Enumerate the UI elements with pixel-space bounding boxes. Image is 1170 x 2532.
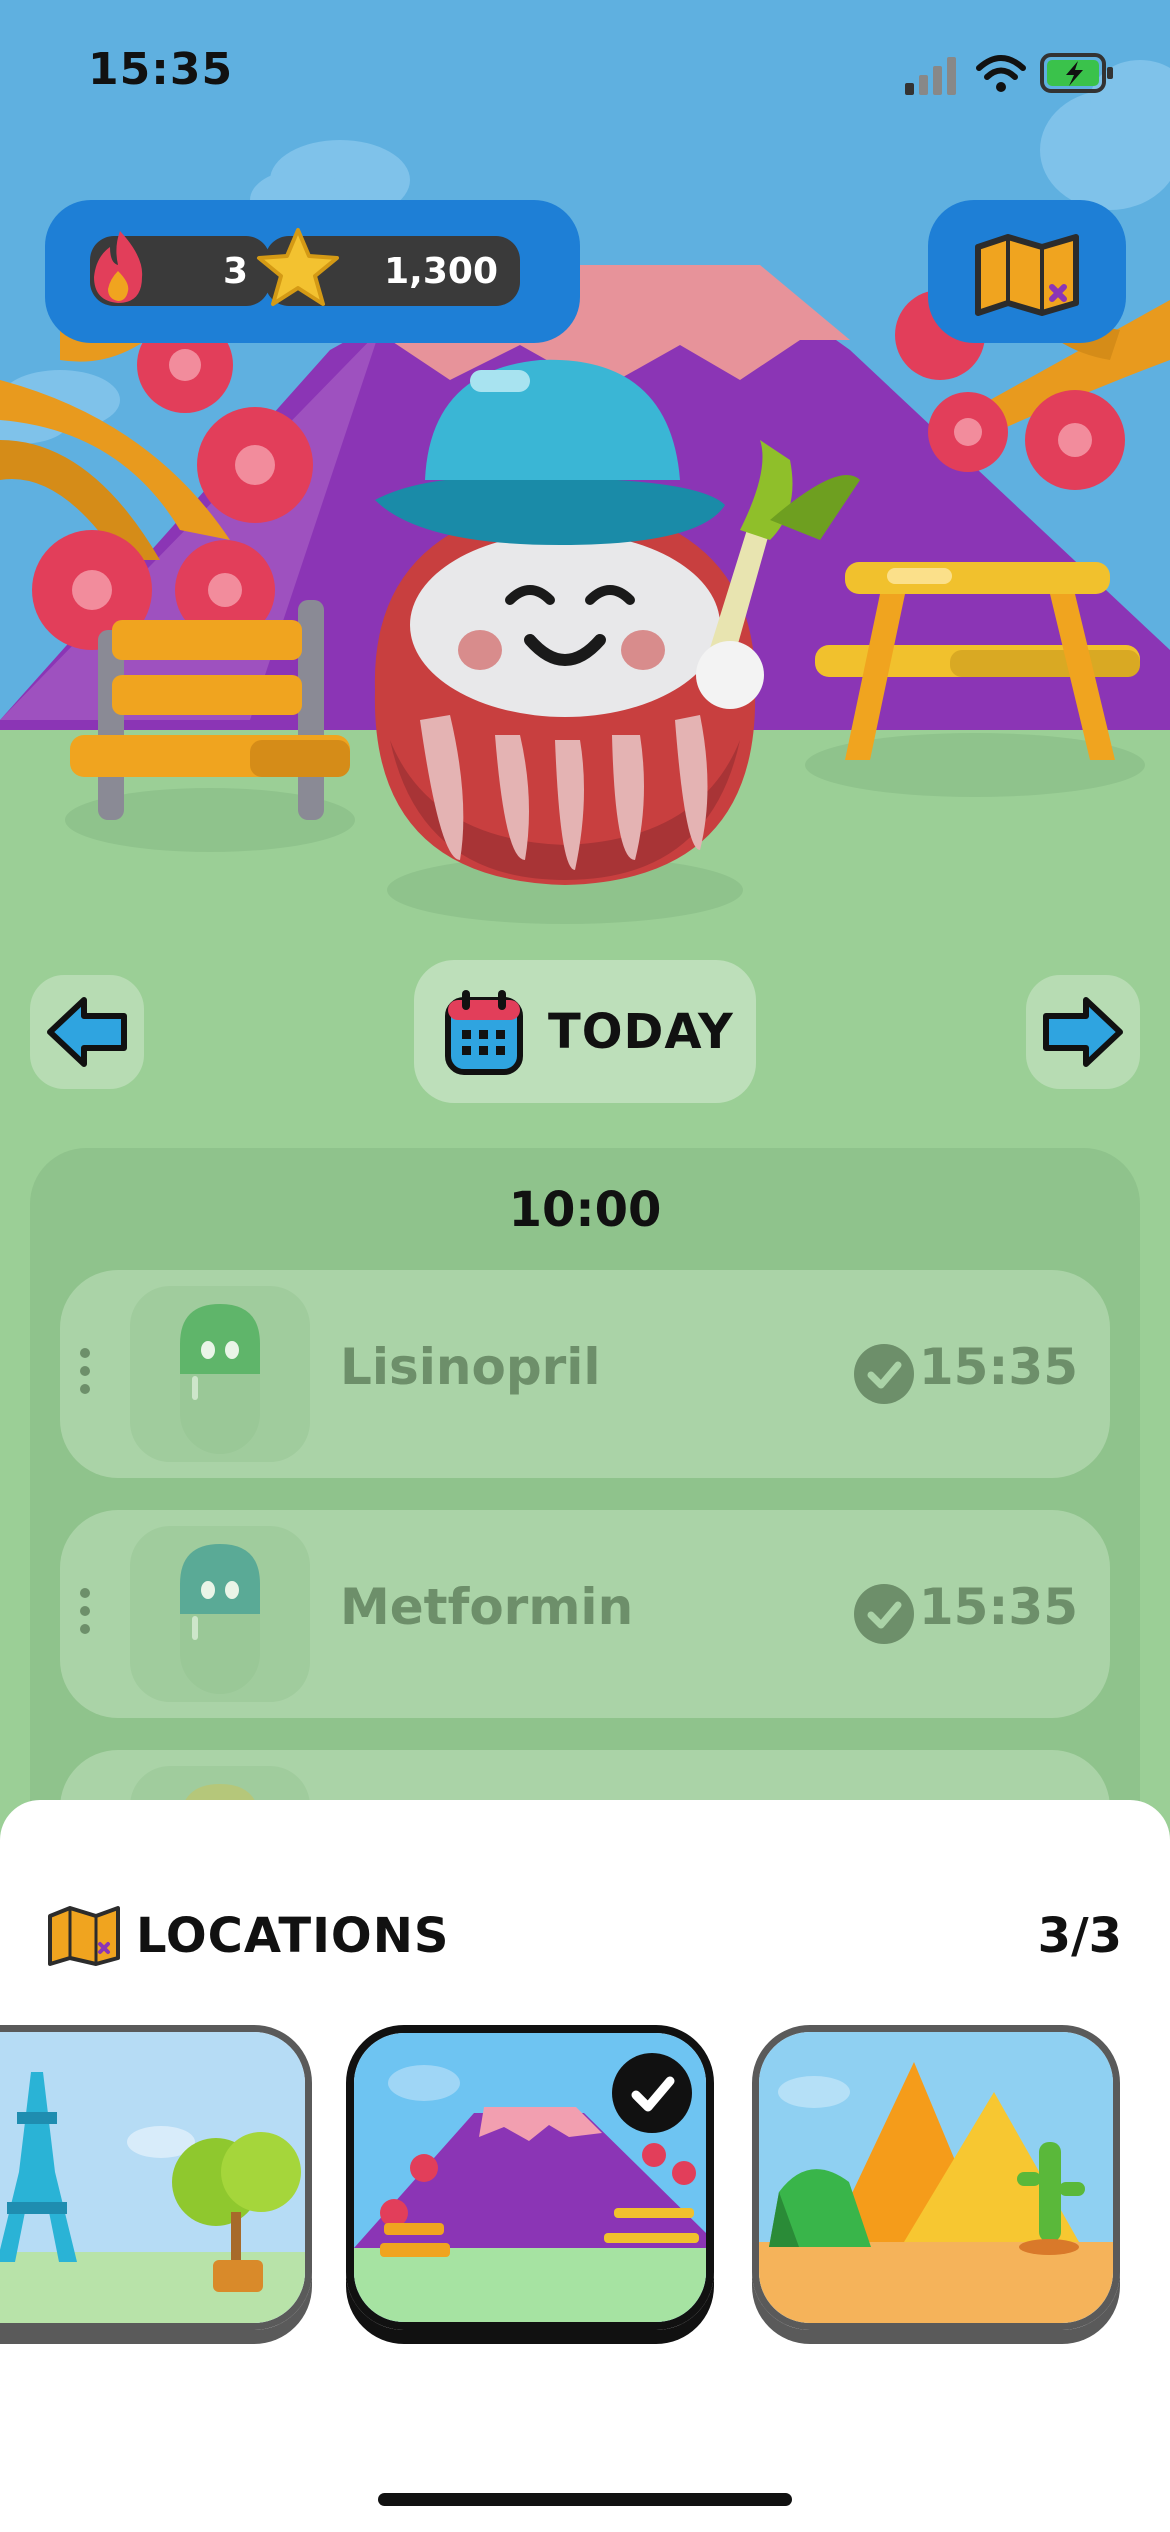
previous-day-button[interactable] bbox=[30, 975, 144, 1089]
map-icon bbox=[48, 1906, 120, 1966]
battery-charging-icon bbox=[1040, 53, 1113, 93]
medication-card[interactable]: Metformin 15:35 bbox=[60, 1510, 1110, 1718]
today-button[interactable]: TODAY bbox=[414, 960, 756, 1103]
streak-counter[interactable]: 3 bbox=[90, 231, 270, 306]
map-icon bbox=[975, 234, 1079, 316]
drag-handle-icon[interactable] bbox=[80, 1348, 92, 1402]
selected-check-icon bbox=[612, 2053, 692, 2133]
stats-bar: 3 1,300 bbox=[45, 200, 580, 343]
today-label: TODAY bbox=[548, 1003, 734, 1060]
taken-check-icon bbox=[854, 1584, 914, 1644]
medication-card[interactable]: Lisinopril 15:35 bbox=[60, 1270, 1110, 1478]
medication-name: Metformin bbox=[340, 1578, 634, 1636]
points-counter[interactable]: 1,300 bbox=[257, 228, 520, 306]
next-day-button[interactable] bbox=[1026, 975, 1140, 1089]
locations-count: 3/3 bbox=[1037, 1908, 1122, 1964]
taken-check-icon bbox=[854, 1344, 914, 1404]
location-card-desert[interactable] bbox=[752, 2025, 1120, 2330]
calendar-icon bbox=[445, 989, 523, 1075]
arrow-left-icon bbox=[47, 997, 127, 1067]
points-count: 1,300 bbox=[384, 250, 498, 292]
location-card-mount-fuji[interactable] bbox=[346, 2025, 714, 2330]
time-slot-heading: 10:00 bbox=[508, 1182, 662, 1238]
pill-character-icon bbox=[130, 1286, 310, 1462]
desert-scene-thumbnail bbox=[759, 2032, 1113, 2323]
map-button[interactable] bbox=[928, 200, 1126, 343]
cellular-signal-icon bbox=[905, 57, 956, 95]
taken-time: 15:35 bbox=[918, 1578, 1078, 1636]
location-card-paris[interactable] bbox=[0, 2025, 312, 2330]
flame-icon bbox=[94, 231, 143, 303]
drag-handle-icon[interactable] bbox=[80, 1588, 92, 1642]
locations-title: LOCATIONS bbox=[136, 1908, 450, 1964]
locations-sheet: LOCATIONS 3/3 bbox=[0, 1800, 1170, 2532]
medication-name: Lisinopril bbox=[340, 1338, 601, 1396]
arrow-right-icon bbox=[1043, 997, 1123, 1067]
wifi-icon bbox=[976, 55, 1026, 92]
paris-scene-thumbnail bbox=[0, 2032, 305, 2323]
pill-character-icon bbox=[130, 1526, 310, 1702]
star-icon bbox=[257, 228, 339, 306]
home-indicator[interactable] bbox=[378, 2493, 792, 2506]
status-bar-time: 15:35 bbox=[88, 44, 234, 95]
streak-count: 3 bbox=[222, 250, 248, 292]
taken-time: 15:35 bbox=[918, 1338, 1078, 1396]
